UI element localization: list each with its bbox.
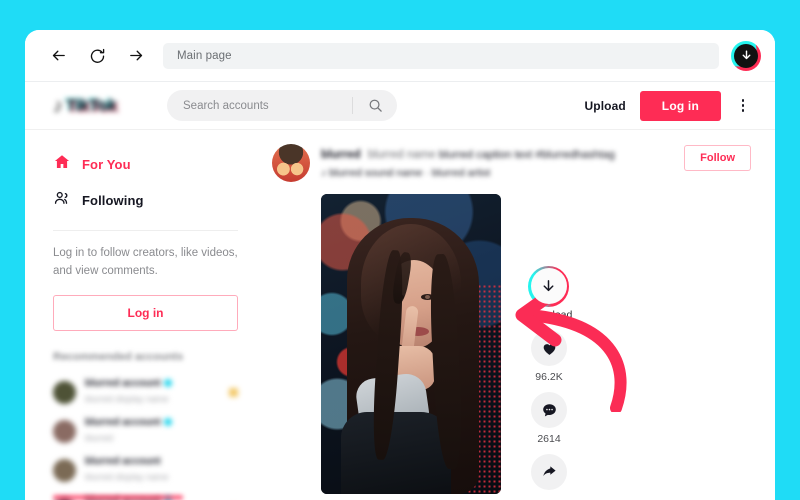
reload-icon[interactable]	[82, 41, 112, 71]
sidebar-item-following[interactable]: Following	[53, 182, 238, 218]
forward-icon[interactable]	[121, 41, 151, 71]
download-label: Download	[525, 309, 573, 321]
comment-count: 2614	[537, 433, 561, 445]
search-icon[interactable]	[353, 90, 397, 121]
post-display-name: blurred name	[367, 149, 436, 161]
account-name: blurred account	[85, 417, 238, 428]
list-item[interactable]: blurred account blurred	[53, 412, 238, 451]
sidebar-item-label: For You	[82, 156, 131, 172]
account-subtitle: blurred	[85, 432, 114, 443]
upload-button[interactable]: Upload	[585, 99, 626, 113]
video-feed: blurred blurred name blurred caption tex…	[260, 130, 775, 500]
verified-badge-icon	[163, 379, 172, 388]
header-login-button[interactable]: Log in	[639, 90, 721, 121]
post-username: blurred	[321, 149, 361, 161]
account-name-text: blurred account	[85, 455, 161, 467]
follow-button[interactable]: Follow	[684, 145, 751, 171]
extension-core	[734, 43, 758, 68]
avatar	[53, 380, 76, 404]
login-prompt-text: Log in to follow creators, like videos, …	[53, 247, 238, 277]
kebab-dot	[741, 109, 745, 112]
post-header: blurred blurred name blurred caption tex…	[272, 144, 751, 182]
post-music[interactable]: ♪ blurred sound name · blurred artist	[321, 167, 490, 179]
sidebar-item-for-you[interactable]: For You	[53, 146, 238, 182]
avatar[interactable]	[272, 144, 310, 182]
comment-button[interactable]: 2614	[531, 392, 567, 445]
home-icon	[53, 153, 71, 176]
kebab-menu-icon[interactable]	[729, 92, 757, 120]
action-rail: Download 96.2K 2614	[519, 194, 579, 500]
media-row: Download 96.2K 2614	[321, 194, 751, 500]
suggested-accounts-list: blurred account blurred display name blu…	[53, 373, 238, 500]
avatar	[53, 458, 76, 482]
download-arrow-icon	[528, 265, 570, 307]
download-extension-icon[interactable]	[731, 40, 761, 71]
sidebar-divider	[53, 230, 238, 231]
like-count: 96.2K	[535, 371, 563, 383]
site-header: ♪ TikTok Upload Log in	[25, 82, 775, 130]
account-meta: blurred account blurred display name	[85, 378, 220, 407]
search-input[interactable]	[183, 99, 352, 112]
post-text-block: blurred blurred name blurred caption tex…	[321, 144, 673, 181]
verified-badge-icon	[163, 418, 172, 427]
account-name-text: blurred account	[85, 416, 161, 428]
post-author[interactable]: blurred blurred name	[321, 149, 439, 161]
tiktok-logo-text: TikTok	[66, 95, 117, 115]
address-bar-text: Main page	[177, 49, 232, 62]
share-button[interactable]	[531, 454, 567, 495]
account-name: blurred account	[85, 456, 238, 467]
music-note-icon: ♪	[53, 94, 63, 117]
subject-coat	[341, 412, 451, 494]
account-name: blurred account	[85, 378, 220, 389]
sidebar-login-button[interactable]: Log in	[53, 294, 238, 331]
account-badge-icon	[229, 387, 238, 397]
comment-bubble-icon	[531, 392, 567, 428]
kebab-dot	[741, 99, 745, 102]
share-arrow-icon	[531, 454, 567, 490]
list-item[interactable]: blurred account blurred display name	[53, 373, 238, 412]
suggested-accounts-title: Recommended accounts	[53, 350, 184, 363]
download-button[interactable]: Download	[525, 265, 573, 321]
address-bar[interactable]: Main page	[163, 42, 719, 69]
people-icon	[53, 189, 71, 212]
post-description: blurred caption text #blurredhashtag	[438, 149, 615, 161]
account-meta: blurred account blurred	[85, 417, 238, 446]
list-item[interactable]: blurred account blurred display name	[53, 451, 238, 490]
browser-toolbar: Main page	[25, 30, 775, 82]
tiktok-logo[interactable]: ♪ TikTok	[53, 96, 145, 116]
kebab-dot	[741, 104, 745, 107]
video-player[interactable]	[321, 194, 501, 494]
account-subtitle: blurred display name	[85, 393, 169, 404]
avatar	[53, 419, 76, 443]
sidebar-bottom-accent	[53, 495, 183, 500]
heart-icon	[531, 330, 567, 366]
account-name-text: blurred account	[85, 377, 161, 389]
account-subtitle: blurred display name	[85, 471, 169, 482]
sidebar-item-label: Following	[82, 192, 144, 208]
account-meta: blurred account blurred display name	[85, 456, 238, 485]
main-content: For You Following Log in to follow creat…	[25, 130, 775, 500]
browser-window: Main page ♪ TikTok Upload Log in	[25, 30, 775, 500]
like-button[interactable]: 96.2K	[531, 330, 567, 383]
search-bar[interactable]	[167, 90, 397, 121]
sidebar: For You Following Log in to follow creat…	[25, 130, 260, 500]
back-icon[interactable]	[43, 41, 73, 71]
